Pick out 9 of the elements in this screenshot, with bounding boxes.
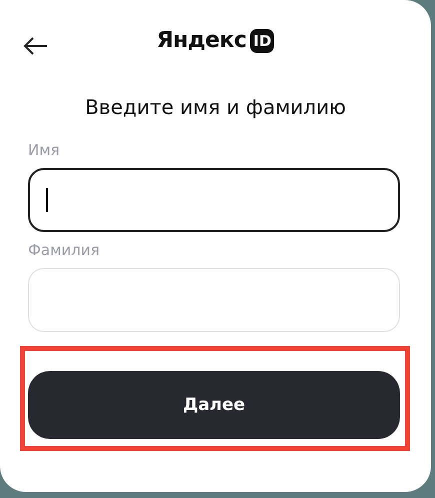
next-button[interactable]: Далее <box>28 371 400 439</box>
page-title: Введите имя и фамилию <box>85 94 346 121</box>
logo-badge: ID <box>250 28 274 52</box>
input-field[interactable] <box>28 168 400 232</box>
field-label: Фамилия <box>28 240 100 260</box>
back-arrow-icon[interactable] <box>22 36 48 56</box>
text-cursor <box>46 188 48 212</box>
field-label: Имя <box>28 140 60 160</box>
logo-wordmark: Яндекс <box>156 28 246 53</box>
